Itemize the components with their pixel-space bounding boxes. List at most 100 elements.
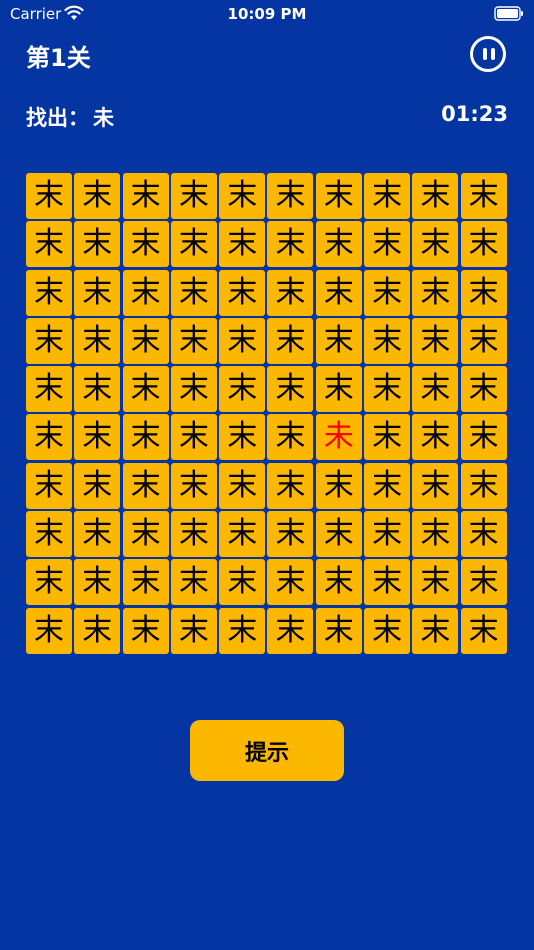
grid-tile[interactable]: 末 (267, 559, 314, 606)
grid-tile[interactable]: 末 (26, 414, 72, 461)
grid-tile[interactable]: 末 (412, 511, 459, 558)
grid-tile[interactable]: 末 (460, 511, 507, 558)
grid-tile[interactable]: 末 (170, 414, 217, 461)
grid-tile[interactable]: 末 (122, 317, 169, 364)
grid-tile[interactable]: 末 (267, 317, 314, 364)
grid-tile[interactable]: 末 (412, 366, 459, 413)
grid-tile[interactable]: 末 (315, 173, 362, 219)
grid-tile[interactable]: 末 (315, 559, 362, 606)
grid-tile[interactable]: 末 (26, 173, 72, 219)
grid-tile[interactable]: 末 (26, 462, 72, 509)
grid-tile[interactable]: 末 (412, 221, 459, 268)
grid-tile[interactable]: 末 (74, 269, 121, 316)
grid-tile[interactable]: 末 (460, 317, 507, 364)
grid-tile[interactable]: 末 (219, 414, 266, 461)
grid-tile[interactable]: 末 (460, 173, 507, 219)
grid-tile-odd[interactable]: 未 (315, 414, 362, 461)
grid-tile[interactable]: 末 (122, 607, 169, 654)
grid-tile[interactable]: 末 (74, 221, 121, 268)
grid-tile[interactable]: 末 (122, 269, 169, 316)
grid-tile[interactable]: 末 (170, 462, 217, 509)
grid-tile[interactable]: 末 (460, 269, 507, 316)
grid-tile[interactable]: 末 (26, 366, 72, 413)
grid-tile[interactable]: 末 (26, 559, 72, 606)
grid-tile[interactable]: 末 (267, 269, 314, 316)
grid-tile[interactable]: 末 (364, 317, 411, 364)
grid-tile[interactable]: 末 (460, 414, 507, 461)
grid-tile[interactable]: 末 (122, 511, 169, 558)
grid-tile[interactable]: 末 (364, 221, 411, 268)
grid-tile[interactable]: 末 (364, 269, 411, 316)
grid-tile[interactable]: 末 (219, 173, 266, 219)
grid-tile[interactable]: 末 (412, 317, 459, 364)
grid-tile[interactable]: 末 (364, 607, 411, 654)
grid-tile[interactable]: 末 (267, 221, 314, 268)
grid-tile[interactable]: 末 (26, 221, 72, 268)
grid-tile[interactable]: 末 (315, 269, 362, 316)
grid-tile[interactable]: 末 (460, 607, 507, 654)
grid-tile[interactable]: 末 (315, 317, 362, 364)
pause-button[interactable] (470, 36, 506, 72)
grid-tile[interactable]: 末 (74, 559, 121, 606)
grid-tile[interactable]: 末 (315, 462, 362, 509)
grid-tile[interactable]: 末 (364, 559, 411, 606)
grid-tile[interactable]: 末 (219, 462, 266, 509)
grid-tile[interactable]: 末 (460, 559, 507, 606)
grid-tile[interactable]: 末 (460, 366, 507, 413)
grid-tile[interactable]: 末 (219, 221, 266, 268)
grid-tile[interactable]: 末 (412, 607, 459, 654)
grid-tile[interactable]: 末 (26, 607, 72, 654)
grid-tile[interactable]: 末 (74, 317, 121, 364)
grid-tile[interactable]: 末 (170, 559, 217, 606)
grid-tile[interactable]: 末 (219, 607, 266, 654)
grid-tile[interactable]: 末 (74, 511, 121, 558)
grid-tile[interactable]: 末 (170, 173, 217, 219)
grid-tile[interactable]: 末 (26, 317, 72, 364)
grid-tile[interactable]: 末 (74, 366, 121, 413)
grid-tile[interactable]: 末 (460, 221, 507, 268)
grid-tile[interactable]: 末 (412, 559, 459, 606)
grid-tile[interactable]: 末 (74, 173, 121, 219)
grid-tile[interactable]: 末 (412, 414, 459, 461)
grid-tile[interactable]: 末 (364, 414, 411, 461)
grid-tile[interactable]: 末 (219, 511, 266, 558)
grid-tile[interactable]: 末 (122, 366, 169, 413)
grid-tile[interactable]: 末 (122, 221, 169, 268)
grid-tile[interactable]: 末 (122, 462, 169, 509)
grid-tile[interactable]: 末 (267, 173, 314, 219)
grid-tile[interactable]: 末 (412, 269, 459, 316)
grid-tile[interactable]: 末 (170, 511, 217, 558)
grid-tile[interactable]: 末 (74, 414, 121, 461)
grid-tile[interactable]: 末 (364, 511, 411, 558)
grid-tile[interactable]: 末 (364, 462, 411, 509)
grid-tile[interactable]: 末 (74, 607, 121, 654)
grid-tile[interactable]: 末 (219, 317, 266, 364)
grid-tile[interactable]: 末 (170, 269, 217, 316)
grid-tile[interactable]: 末 (267, 366, 314, 413)
grid-tile[interactable]: 末 (412, 462, 459, 509)
grid-tile[interactable]: 末 (267, 414, 314, 461)
grid-tile[interactable]: 末 (315, 221, 362, 268)
grid-tile[interactable]: 末 (170, 607, 217, 654)
grid-tile[interactable]: 末 (267, 511, 314, 558)
grid-tile[interactable]: 末 (122, 414, 169, 461)
grid-tile[interactable]: 末 (460, 462, 507, 509)
grid-tile[interactable]: 末 (267, 462, 314, 509)
grid-tile[interactable]: 末 (219, 559, 266, 606)
grid-tile[interactable]: 末 (315, 366, 362, 413)
grid-tile[interactable]: 末 (170, 366, 217, 413)
grid-tile[interactable]: 末 (26, 511, 72, 558)
grid-tile[interactable]: 末 (26, 269, 72, 316)
hint-button[interactable]: 提示 (190, 720, 344, 781)
grid-tile[interactable]: 末 (364, 173, 411, 219)
grid-tile[interactable]: 末 (315, 607, 362, 654)
grid-tile[interactable]: 末 (412, 173, 459, 219)
grid-tile[interactable]: 末 (219, 366, 266, 413)
grid-tile[interactable]: 末 (219, 269, 266, 316)
grid-tile[interactable]: 末 (122, 559, 169, 606)
grid-tile[interactable]: 末 (364, 366, 411, 413)
grid-tile[interactable]: 末 (315, 511, 362, 558)
grid-tile[interactable]: 末 (122, 173, 169, 219)
grid-tile[interactable]: 末 (170, 317, 217, 364)
grid-tile[interactable]: 末 (267, 607, 314, 654)
